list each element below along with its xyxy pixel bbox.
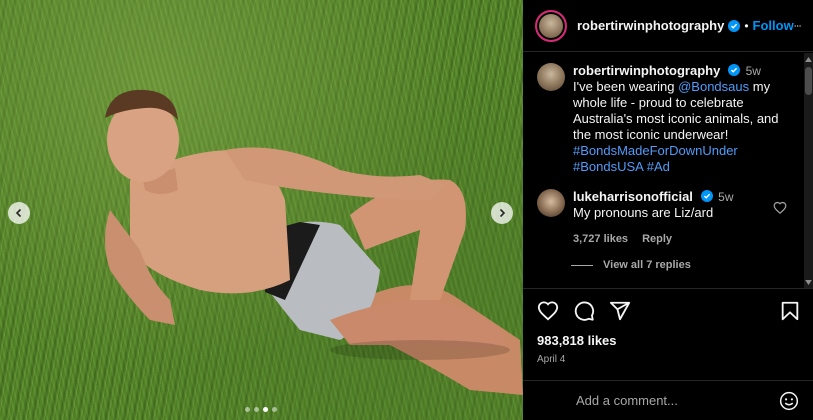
verified-badge-icon <box>728 19 741 32</box>
comment-item: lukeharrisonofficial 5w My pronouns are … <box>537 189 791 247</box>
carousel-prev-button[interactable] <box>8 202 30 224</box>
post-header: robertirwinphotography • Follow <box>523 0 813 52</box>
commenter-username[interactable]: lukeharrisonofficial <box>573 189 693 204</box>
likes-count[interactable]: 983,818 likes <box>537 333 801 348</box>
comment-likes[interactable]: 3,727 likes <box>573 231 628 247</box>
post-date[interactable]: April 4 <box>537 354 801 365</box>
carousel-dot <box>272 407 277 412</box>
caption-hashtags[interactable]: #BondsMadeForDownUnder #BondsUSA #Ad <box>573 143 738 174</box>
author-avatar-small[interactable] <box>537 63 565 91</box>
scroll-up-arrow-icon[interactable] <box>804 55 813 63</box>
verified-badge-icon <box>700 190 713 202</box>
scrollbar-thumb[interactable] <box>805 67 812 95</box>
reply-button[interactable]: Reply <box>642 231 672 247</box>
caption-mention-link[interactable]: @Bondsaus <box>678 79 749 94</box>
caption: robertirwinphotography 5w I've been wear… <box>537 63 791 175</box>
comment-body: lukeharrisonofficial 5w My pronouns are … <box>573 189 791 247</box>
carousel-next-button[interactable] <box>491 202 513 224</box>
replies-divider <box>571 264 593 266</box>
bookmark-icon[interactable] <box>779 300 801 322</box>
caption-prefix: I've been wearing <box>573 79 679 94</box>
carousel-dot <box>245 407 250 412</box>
follow-button[interactable]: Follow <box>753 18 794 33</box>
author-avatar[interactable] <box>535 9 567 42</box>
add-comment-input[interactable] <box>576 393 779 408</box>
add-comment-bar <box>523 380 813 420</box>
scroll-down-arrow-icon[interactable] <box>804 278 813 286</box>
caption-time: 5w <box>745 64 761 78</box>
carousel-dot-active <box>263 407 268 412</box>
smiley-icon[interactable] <box>779 391 799 411</box>
chevron-right-icon <box>499 208 506 218</box>
caption-text: I've been wearing @Bondsaus my whole lif… <box>573 79 791 175</box>
model-lying-on-grass <box>105 89 523 395</box>
view-replies-button[interactable]: View all 7 replies <box>571 259 791 271</box>
post-photo[interactable] <box>0 0 523 420</box>
chevron-left-icon <box>15 208 22 218</box>
author-username[interactable]: robertirwinphotography <box>577 18 724 33</box>
comment-meta: 3,727 likes Reply <box>573 231 791 247</box>
comment-icon[interactable] <box>573 300 595 322</box>
heart-icon[interactable] <box>537 300 559 322</box>
comment-time: 5w <box>718 190 734 204</box>
carousel-dot <box>254 407 259 412</box>
verified-badge-icon <box>727 64 740 76</box>
more-horizontal-icon[interactable] <box>794 17 801 35</box>
comments-scrollbar[interactable] <box>804 53 813 288</box>
send-icon[interactable] <box>609 300 631 322</box>
post-actions-section: 983,818 likes April 4 <box>523 288 813 365</box>
view-replies-label[interactable]: View all 7 replies <box>603 259 691 271</box>
comments-list[interactable]: robertirwinphotography 5w I've been wear… <box>523 53 801 288</box>
commenter-avatar[interactable] <box>537 189 565 217</box>
action-bar <box>537 299 801 323</box>
caption-username[interactable]: robertirwinphotography <box>573 63 720 78</box>
post-side-panel: robertirwinphotography • Follow robertir… <box>523 0 813 420</box>
caption-body: robertirwinphotography 5w I've been wear… <box>573 63 791 175</box>
comment-text: My pronouns are Liz/ard <box>573 205 714 220</box>
carousel-indicator <box>245 407 277 412</box>
comment-like-heart-icon[interactable] <box>773 201 787 215</box>
separator-dot: • <box>744 18 749 33</box>
